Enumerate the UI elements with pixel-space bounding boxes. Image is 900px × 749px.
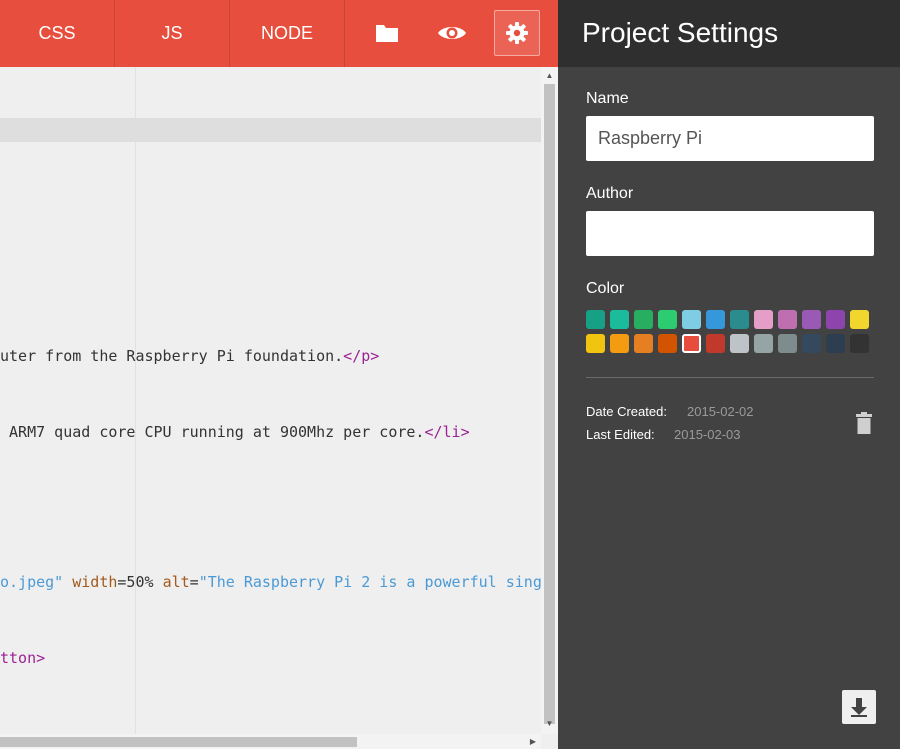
name-input[interactable]: [586, 116, 874, 161]
download-arrow-icon: [851, 698, 867, 717]
divider: [586, 377, 874, 378]
color-swatch[interactable]: [610, 334, 629, 353]
code-token: </li>: [424, 423, 470, 441]
scroll-right-arrow-icon[interactable]: ▶: [528, 735, 538, 749]
color-swatch[interactable]: [802, 334, 821, 353]
preview-button[interactable]: [429, 10, 475, 56]
scroll-up-arrow-icon[interactable]: ▲: [544, 71, 555, 81]
code-line[interactable]: uter from the Raspberry Pi foundation.</…: [0, 346, 379, 366]
color-swatch[interactable]: [802, 310, 821, 329]
last-edited-label: Last Edited:: [586, 427, 655, 442]
color-swatch[interactable]: [634, 310, 653, 329]
color-swatch[interactable]: [778, 310, 797, 329]
color-swatch[interactable]: [754, 334, 773, 353]
code-token: tton>: [0, 649, 46, 667]
code-token: uter from the Raspberry Pi foundation.: [0, 347, 344, 365]
color-swatch[interactable]: [658, 334, 677, 353]
vertical-scrollbar-thumb[interactable]: [544, 84, 555, 724]
color-swatch[interactable]: [682, 310, 701, 329]
code-token: </p>: [343, 347, 380, 365]
author-input[interactable]: [586, 211, 874, 256]
settings-button[interactable]: [494, 10, 540, 56]
tab-node[interactable]: NODE: [230, 0, 345, 67]
code-editor[interactable]: uter from the Raspberry Pi foundation.</…: [0, 67, 558, 749]
color-swatch[interactable]: [826, 310, 845, 329]
code-line[interactable]: o.jpeg" width=50% alt="The Raspberry Pi …: [0, 572, 542, 592]
tab-css[interactable]: CSS: [0, 0, 115, 67]
open-folder-button[interactable]: [364, 10, 410, 56]
code-token: ARM7 quad core CPU running at 900Mhz per…: [0, 423, 425, 441]
editor-guide-line: [135, 67, 136, 749]
color-swatch[interactable]: [850, 310, 869, 329]
trash-icon: [856, 412, 872, 434]
color-swatch[interactable]: [658, 310, 677, 329]
date-created-label: Date Created:: [586, 404, 667, 419]
color-swatch[interactable]: [730, 334, 749, 353]
code-token: =: [189, 573, 199, 591]
gear-icon: [506, 22, 528, 44]
author-label: Author: [586, 185, 634, 202]
color-swatch[interactable]: [682, 334, 701, 353]
color-swatch[interactable]: [730, 310, 749, 329]
name-label: Name: [586, 90, 629, 107]
code-token: width: [72, 573, 118, 591]
download-button[interactable]: [842, 690, 876, 724]
color-swatch[interactable]: [826, 334, 845, 353]
color-swatch[interactable]: [610, 310, 629, 329]
code-line[interactable]: ARM7 quad core CPU running at 900Mhz per…: [0, 422, 470, 442]
color-swatch[interactable]: [754, 310, 773, 329]
delete-project-button[interactable]: [854, 412, 874, 434]
color-swatch[interactable]: [706, 334, 725, 353]
code-token: o.jpeg": [0, 573, 64, 591]
color-swatch[interactable]: [586, 310, 605, 329]
horizontal-scrollbar-thumb[interactable]: [0, 737, 357, 747]
toolbar: CSS JS NODE: [0, 0, 558, 67]
scroll-down-arrow-icon[interactable]: ▼: [544, 719, 555, 729]
panel-header: Project Settings: [558, 0, 900, 67]
code-token: alt: [162, 573, 190, 591]
color-label: Color: [586, 280, 625, 297]
date-created-value: 2015-02-02: [687, 404, 754, 419]
code-token: =50%: [117, 573, 163, 591]
color-swatch[interactable]: [586, 334, 605, 353]
folder-icon: [376, 25, 398, 42]
eye-icon: [438, 27, 466, 39]
color-swatch[interactable]: [634, 334, 653, 353]
project-settings-panel: Project Settings Name Author Color Date …: [558, 0, 900, 749]
code-token: "The Raspberry Pi 2 is a powerful sing: [198, 573, 542, 591]
code-line[interactable]: tton>: [0, 648, 45, 668]
active-line-highlight: [0, 118, 541, 142]
color-swatch[interactable]: [706, 310, 725, 329]
color-swatch[interactable]: [850, 334, 869, 353]
tab-js[interactable]: JS: [115, 0, 230, 67]
panel-title: Project Settings: [582, 17, 779, 48]
last-edited-value: 2015-02-03: [674, 427, 741, 442]
color-swatch[interactable]: [778, 334, 797, 353]
